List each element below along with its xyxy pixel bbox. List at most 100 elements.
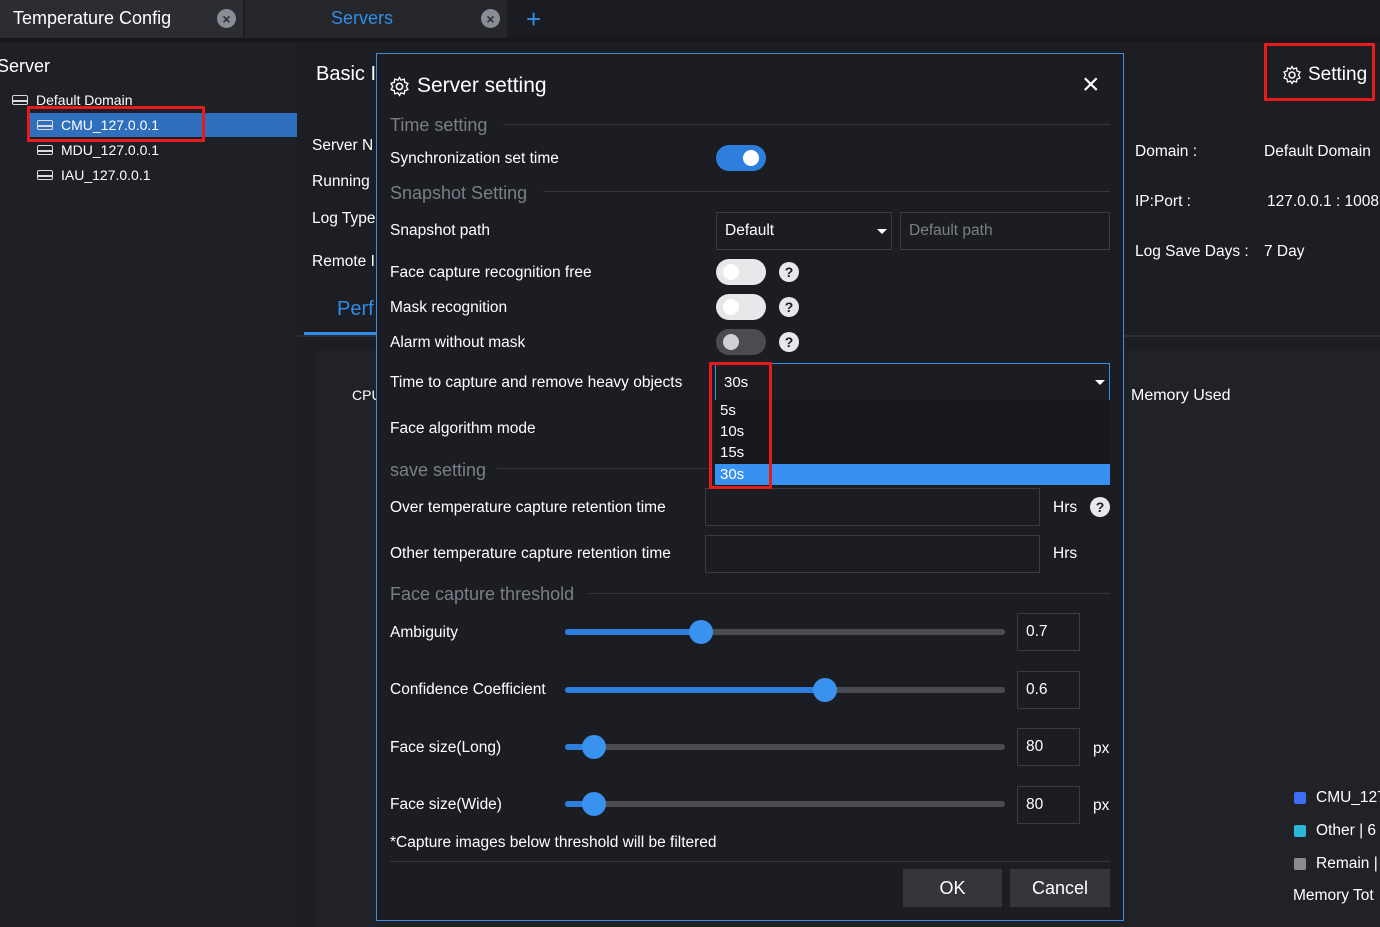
other-temp-label: Other temperature capture retention time: [390, 545, 671, 562]
divider: [503, 124, 1110, 125]
log-type-label: Log Type: [312, 210, 376, 227]
dropdown-option-selected[interactable]: 30s: [715, 464, 1110, 485]
toggle-knob: [723, 334, 739, 350]
face-size-wide-input[interactable]: 80: [1017, 786, 1080, 824]
add-tab-icon[interactable]: +: [526, 4, 541, 35]
toggle-knob: [723, 264, 739, 280]
tab-label: Temperature Config: [13, 8, 172, 28]
ambiguity-value-input[interactable]: 0.7: [1017, 613, 1080, 651]
dropdown-option[interactable]: 10s: [715, 421, 1110, 442]
ipport-label: IP:Port :: [1135, 193, 1191, 210]
input-placeholder: Default path: [909, 222, 993, 239]
divider: [588, 593, 1110, 594]
close-icon[interactable]: ×: [217, 9, 236, 28]
server-icon: [37, 170, 53, 180]
face-size-wide-slider[interactable]: [565, 792, 1005, 816]
highlight-annotation: [27, 106, 205, 142]
tab-temperature-config[interactable]: Temperature Config ×: [0, 0, 243, 38]
highlight-annotation: [1264, 43, 1375, 101]
section-face-capture-threshold: Face capture threshold: [390, 584, 575, 604]
dropdown-option[interactable]: 5s: [715, 400, 1110, 421]
slider-handle[interactable]: [582, 792, 606, 816]
divider: [497, 468, 710, 469]
slider-fill: [565, 629, 701, 635]
slider-label: Confidence Coefficient: [390, 681, 546, 698]
slider-fill: [565, 687, 825, 693]
alarm-without-mask-toggle[interactable]: [716, 329, 766, 355]
cancel-button[interactable]: Cancel: [1010, 869, 1110, 907]
legend-label: CMU_127: [1316, 789, 1380, 806]
legend-swatch: [1294, 858, 1306, 870]
server-tree-panel: Server Default Domain CMU_127.0.0.1 MDU_…: [0, 42, 297, 927]
face-size-long-slider[interactable]: [565, 735, 1005, 759]
remote-label: Remote I: [312, 253, 375, 270]
basic-info-title: Basic I: [316, 63, 377, 85]
unit-label: px: [1093, 740, 1110, 757]
tree-item-mdu[interactable]: MDU_127.0.0.1: [37, 142, 159, 158]
sync-time-label: Synchronization set time: [390, 150, 559, 167]
tab-label: Servers: [331, 8, 394, 28]
mask-recognition-toggle[interactable]: [716, 294, 766, 320]
slider-handle[interactable]: [689, 620, 713, 644]
dropdown-option[interactable]: 15s: [715, 442, 1110, 463]
tab-servers[interactable]: Servers ×: [245, 0, 507, 38]
tree-item-iau[interactable]: IAU_127.0.0.1: [37, 167, 151, 183]
divider: [543, 191, 1110, 192]
snapshot-path-input[interactable]: Default path: [900, 212, 1110, 250]
close-icon[interactable]: ×: [481, 9, 500, 28]
ipport-value: 127.0.0.1 : 1008: [1267, 193, 1380, 210]
help-icon[interactable]: ?: [779, 332, 799, 352]
ambiguity-slider[interactable]: [565, 620, 1005, 644]
tree-item-label: IAU_127.0.0.1: [61, 167, 151, 183]
legend-swatch: [1294, 792, 1306, 804]
heavy-objects-label: Time to capture and remove heavy objects: [390, 374, 683, 391]
slider-handle[interactable]: [813, 678, 837, 702]
alarm-without-mask-label: Alarm without mask: [390, 334, 526, 351]
select-value: Default: [725, 222, 775, 239]
slider-label: Face size(Long): [390, 739, 502, 756]
heavy-objects-select[interactable]: 30s: [715, 363, 1110, 401]
server-icon: [37, 145, 53, 155]
help-icon[interactable]: ?: [779, 262, 799, 282]
unit-label: px: [1093, 797, 1110, 814]
section-snapshot-setting: Snapshot Setting: [390, 183, 528, 203]
help-icon[interactable]: ?: [779, 297, 799, 317]
slider-label: Ambiguity: [390, 624, 459, 641]
tree-item-label: MDU_127.0.0.1: [61, 142, 160, 158]
domain-icon: [12, 95, 28, 105]
face-capture-free-toggle[interactable]: [716, 259, 766, 285]
other-temp-input[interactable]: [705, 535, 1040, 573]
domain-label: Domain :: [1135, 143, 1198, 160]
highlight-annotation: [709, 362, 772, 489]
input-value: 80: [1026, 738, 1044, 755]
threshold-note: *Capture images below threshold will be …: [390, 834, 717, 851]
snapshot-path-select[interactable]: Default: [716, 212, 892, 250]
close-icon[interactable]: ×: [1082, 68, 1100, 102]
legend-label: Other | 6: [1316, 822, 1377, 839]
confidence-value-input[interactable]: 0.6: [1017, 671, 1080, 709]
ok-button[interactable]: OK: [903, 869, 1002, 907]
face-size-long-input[interactable]: 80: [1017, 728, 1080, 766]
input-value: 80: [1026, 796, 1044, 813]
confidence-slider[interactable]: [565, 678, 1005, 702]
domain-value: Default Domain: [1264, 143, 1371, 160]
unit-label: Hrs: [1053, 499, 1078, 516]
tab-bar: Temperature Config × Servers × +: [0, 0, 1380, 38]
help-icon[interactable]: ?: [1090, 497, 1110, 517]
running-label: Running: [312, 173, 370, 190]
sync-time-toggle[interactable]: [716, 145, 766, 171]
slider-handle[interactable]: [582, 735, 606, 759]
toggle-knob: [743, 150, 759, 166]
log-days-label: Log Save Days :: [1135, 243, 1249, 260]
face-algorithm-label: Face algorithm mode: [390, 420, 536, 437]
chevron-down-icon: [877, 229, 887, 234]
over-temp-input[interactable]: [705, 488, 1040, 526]
dialog-title: Server setting: [417, 74, 547, 97]
perf-tab-underline: [304, 332, 376, 335]
gear-icon: [390, 76, 409, 97]
tab-performance[interactable]: Perf: [337, 298, 374, 321]
server-name-label: Server N: [312, 137, 374, 154]
sidebar-title: Server: [0, 56, 51, 76]
input-value: 0.7: [1026, 623, 1048, 640]
legend-label: Remain |: [1316, 855, 1378, 872]
